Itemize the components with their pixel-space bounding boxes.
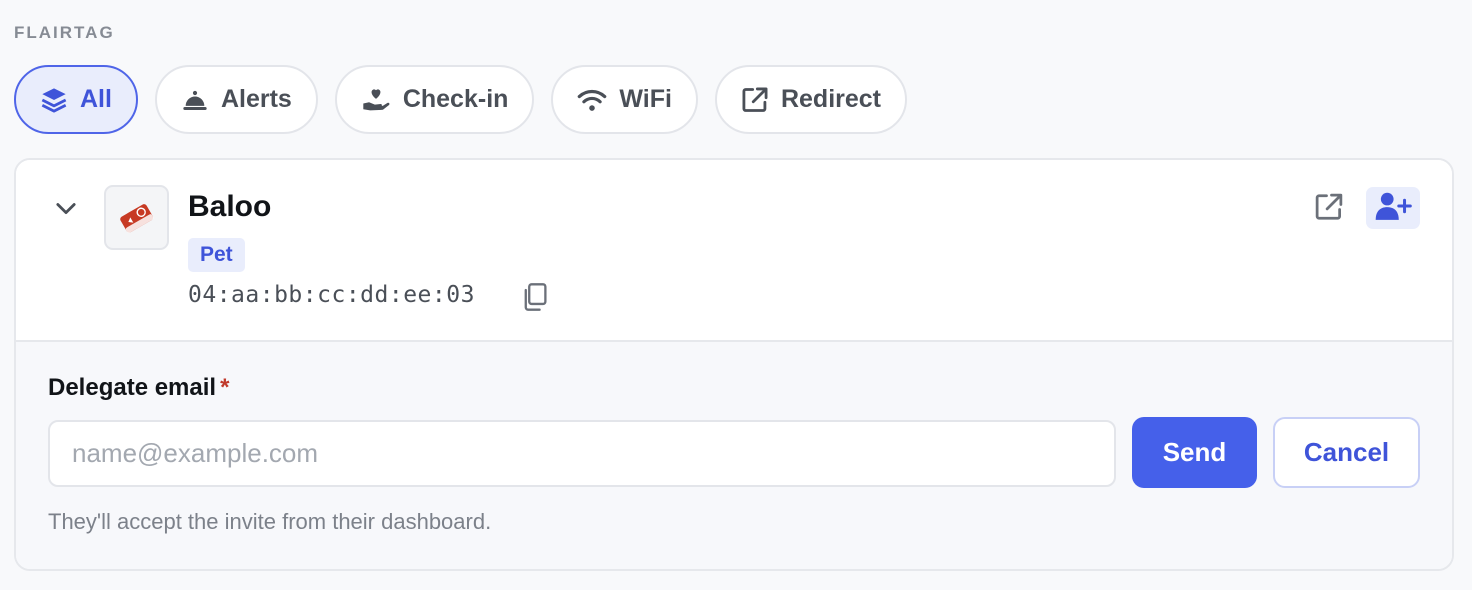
layers-icon <box>40 86 68 114</box>
delegate-email-label: Delegate email * <box>48 374 229 402</box>
category-badge: Pet <box>188 238 245 272</box>
required-marker: * <box>220 374 230 401</box>
filter-chip-redirect[interactable]: Redirect <box>714 65 908 134</box>
filter-chip-alerts[interactable]: Alerts <box>154 65 318 134</box>
external-link-icon[interactable] <box>1314 192 1344 227</box>
tag-card: Baloo Pet 04:aa:bb:cc:dd:ee:03 Delegate … <box>14 158 1454 571</box>
filter-chip-label: Redirect <box>780 85 882 113</box>
delegate-hint: They'll accept the invite from their das… <box>48 509 492 534</box>
filter-chip-wifi[interactable]: WiFi <box>551 65 698 134</box>
cancel-button[interactable]: Cancel <box>1273 417 1420 488</box>
filter-chip-label: WiFi <box>619 85 672 113</box>
delegate-email-input[interactable] <box>48 420 1116 487</box>
tag-card-header: Baloo Pet 04:aa:bb:cc:dd:ee:03 <box>16 160 1452 342</box>
chevron-down-icon[interactable] <box>52 194 80 227</box>
tag-thumbnail-icon <box>113 195 161 240</box>
filter-chip-label: Check-in <box>402 85 509 113</box>
filter-chip-check-in[interactable]: Check-in <box>334 65 535 134</box>
mac-address: 04:aa:bb:cc:dd:ee:03 <box>188 282 475 308</box>
delegate-form: Delegate email* Send Cancel They'll acce… <box>16 342 1452 569</box>
send-button[interactable]: Send <box>1132 417 1257 488</box>
filter-chips: All Alerts Check-in WiFi Redirect <box>14 65 908 134</box>
user-plus-icon <box>1374 191 1412 226</box>
delegate-email-label-text: Delegate email <box>48 374 217 401</box>
filter-chip-all[interactable]: All <box>14 65 138 134</box>
filter-chip-label: Alerts <box>220 85 292 113</box>
add-delegate-button[interactable] <box>1366 187 1420 229</box>
filter-chip-label: All <box>80 85 112 113</box>
tag-name: Baloo <box>188 190 272 223</box>
section-label: FLAIRTAG <box>14 23 115 42</box>
external-link-icon <box>741 86 769 114</box>
copy-icon[interactable] <box>521 282 549 317</box>
hand-heart-icon <box>361 86 391 114</box>
bell-icon <box>181 86 209 114</box>
tag-thumbnail <box>104 185 169 250</box>
wifi-icon <box>577 87 607 113</box>
